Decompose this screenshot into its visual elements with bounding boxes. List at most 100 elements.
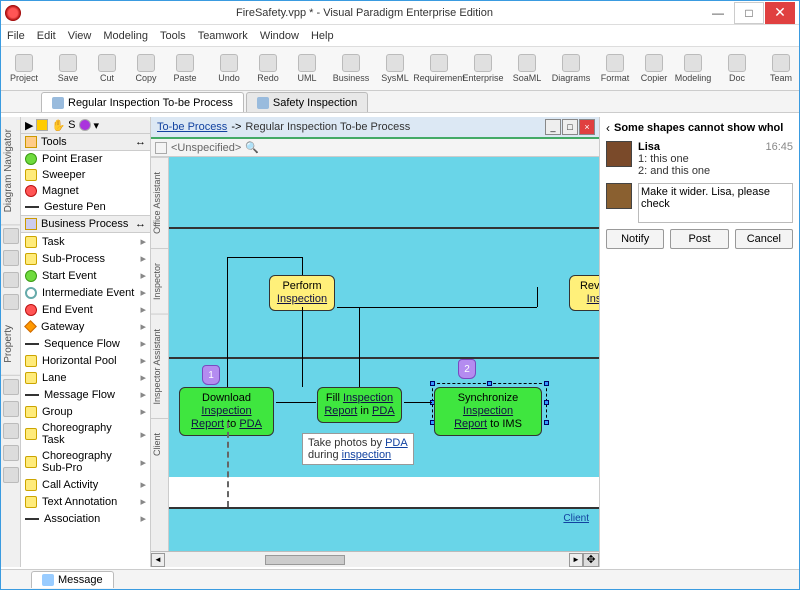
palette-bp-item[interactable]: Intermediate Event▸ (21, 284, 150, 301)
palette-bp-item[interactable]: Choreography Task▸ (21, 420, 150, 448)
side-icon[interactable] (3, 294, 19, 310)
palette-section-bp[interactable]: Business Process↔ (21, 215, 150, 233)
doc-min-button[interactable]: _ (545, 119, 561, 135)
diagram-canvas[interactable]: Perform Inspection Revie Ins 1 2 Downloa… (169, 157, 599, 551)
toolbar-redo[interactable]: Redo (249, 49, 287, 89)
notify-button[interactable]: Notify (606, 229, 664, 249)
search-icon[interactable]: 🔍 (245, 141, 259, 154)
side-icon[interactable] (3, 423, 19, 439)
toolbar-cut[interactable]: Cut (88, 49, 126, 89)
palette-bp-item[interactable]: Call Activity▸ (21, 476, 150, 493)
task-fill-report[interactable]: Fill Inspection Report in PDA (317, 387, 402, 423)
palette-bp-item[interactable]: Choreography Sub-Pro▸ (21, 448, 150, 476)
palette-bp-item[interactable]: Lane▸ (21, 369, 150, 386)
menu-file[interactable]: File (7, 30, 25, 42)
toolbar-soaml[interactable]: SoaML (508, 49, 546, 89)
pan-grip-icon[interactable]: ✥ (583, 553, 599, 567)
post-button[interactable]: Post (670, 229, 728, 249)
toolbar-modeling[interactable]: Modeling (674, 49, 712, 89)
unspecified-label[interactable]: <Unspecified> (171, 142, 241, 154)
palette-bp-item[interactable]: Text Annotation▸ (21, 493, 150, 510)
breadcrumb-root[interactable]: To-be Process (157, 121, 227, 133)
comment-marker-2[interactable]: 2 (458, 359, 476, 379)
task-perform-inspection[interactable]: Perform Inspection (269, 275, 335, 311)
side-icon[interactable] (3, 467, 19, 483)
annotation-note[interactable]: Take photos by PDA during inspection (302, 433, 414, 465)
task-synchronize-report[interactable]: Synchronize Inspection Report to IMS (434, 387, 542, 436)
toolbar-copier[interactable]: Copier (635, 49, 673, 89)
lane-tab-insp-asst[interactable]: Inspector Assistant (151, 314, 168, 419)
canvas-hscrollbar[interactable]: ◄ ► ✥ (151, 551, 599, 567)
scroll-right-icon[interactable]: ► (569, 553, 583, 567)
menu-help[interactable]: Help (311, 30, 334, 42)
scroll-left-icon[interactable]: ◄ (151, 553, 165, 567)
side-tab-diagram-nav[interactable]: Diagram Navigator (1, 117, 20, 225)
toolbar-paste[interactable]: Paste (166, 49, 204, 89)
toolbar-undo[interactable]: Undo (210, 49, 248, 89)
palette-tool[interactable]: Sweeper (21, 167, 150, 183)
menu-teamwork[interactable]: Teamwork (198, 30, 248, 42)
toolbar-project[interactable]: Project (5, 49, 43, 89)
palette-bp-item[interactable]: Group▸ (21, 403, 150, 420)
side-icon[interactable] (3, 250, 19, 266)
palette-bp-item[interactable]: Message Flow▸ (21, 386, 150, 403)
doc-tab[interactable]: Safety Inspection (246, 92, 368, 112)
side-icon[interactable] (3, 379, 19, 395)
palette-tool[interactable]: Point Eraser (21, 151, 150, 167)
palette-tool[interactable]: Magnet (21, 183, 150, 199)
toolbar-requirement[interactable]: Requirement (420, 49, 458, 89)
bottom-tab-message[interactable]: Message (31, 571, 114, 588)
scroll-thumb[interactable] (265, 555, 345, 565)
doc-close-button[interactable]: × (579, 119, 595, 135)
side-icon[interactable] (3, 445, 19, 461)
lane-tab-office[interactable]: Office Assistant (151, 157, 168, 248)
toolbar-uml[interactable]: UML (288, 49, 326, 89)
toolbar-format[interactable]: Format (596, 49, 634, 89)
reply-input[interactable] (638, 183, 793, 223)
lane-tab-inspector[interactable]: Inspector (151, 248, 168, 314)
close-button[interactable]: ✕ (765, 2, 795, 24)
menu-window[interactable]: Window (260, 30, 299, 42)
client-label[interactable]: Client (563, 513, 589, 524)
palette-bp-item[interactable]: Start Event▸ (21, 267, 150, 284)
doc-max-button[interactable]: □ (562, 119, 578, 135)
palette-bp-item[interactable]: Horizontal Pool▸ (21, 352, 150, 369)
palette-bp-item[interactable]: End Event▸ (21, 301, 150, 318)
menu-modeling[interactable]: Modeling (103, 30, 148, 42)
side-tab-property[interactable]: Property (1, 313, 20, 376)
side-icon[interactable] (3, 272, 19, 288)
palette-bp-item[interactable]: Association▸ (21, 510, 150, 527)
toolbar-enterprise[interactable]: Enterprise (464, 49, 502, 89)
task-review[interactable]: Revie Ins (569, 275, 599, 311)
comment-marker-1[interactable]: 1 (202, 365, 220, 385)
palette-bp-item[interactable]: Gateway▸ (21, 318, 150, 335)
save-icon (59, 54, 77, 72)
toolbar-team[interactable]: Team (762, 49, 799, 89)
toolbar-copy[interactable]: Copy (127, 49, 165, 89)
minimize-button[interactable]: — (703, 2, 733, 24)
toolbar-doc[interactable]: Doc (718, 49, 756, 89)
palette-bp-item[interactable]: Sequence Flow▸ (21, 335, 150, 352)
menu-edit[interactable]: Edit (37, 30, 56, 42)
toolbar-sysml[interactable]: SysML (376, 49, 414, 89)
diagram-subbar: <Unspecified> 🔍 (151, 139, 599, 157)
tool-icon (25, 206, 39, 208)
cancel-button[interactable]: Cancel (735, 229, 793, 249)
toolbar-diagrams[interactable]: Diagrams (552, 49, 590, 89)
palette-selector-row[interactable]: ▶✋S▾ (21, 117, 150, 133)
doc-tab[interactable]: Regular Inspection To-be Process (41, 92, 244, 112)
toolbar-save[interactable]: Save (49, 49, 87, 89)
palette-section-tools[interactable]: Tools↔ (21, 133, 150, 151)
lane-tab-client[interactable]: Client (151, 418, 168, 470)
chevron-left-icon[interactable]: ‹ (606, 121, 610, 135)
palette-bp-item[interactable]: Task▸ (21, 233, 150, 250)
checkbox-icon[interactable] (155, 142, 167, 154)
menu-view[interactable]: View (68, 30, 92, 42)
palette-bp-item[interactable]: Sub-Process▸ (21, 250, 150, 267)
toolbar-business[interactable]: Business (332, 49, 370, 89)
side-icon[interactable] (3, 401, 19, 417)
side-icon[interactable] (3, 228, 19, 244)
palette-tool[interactable]: Gesture Pen (21, 199, 150, 215)
maximize-button[interactable]: □ (734, 2, 764, 24)
menu-tools[interactable]: Tools (160, 30, 186, 42)
